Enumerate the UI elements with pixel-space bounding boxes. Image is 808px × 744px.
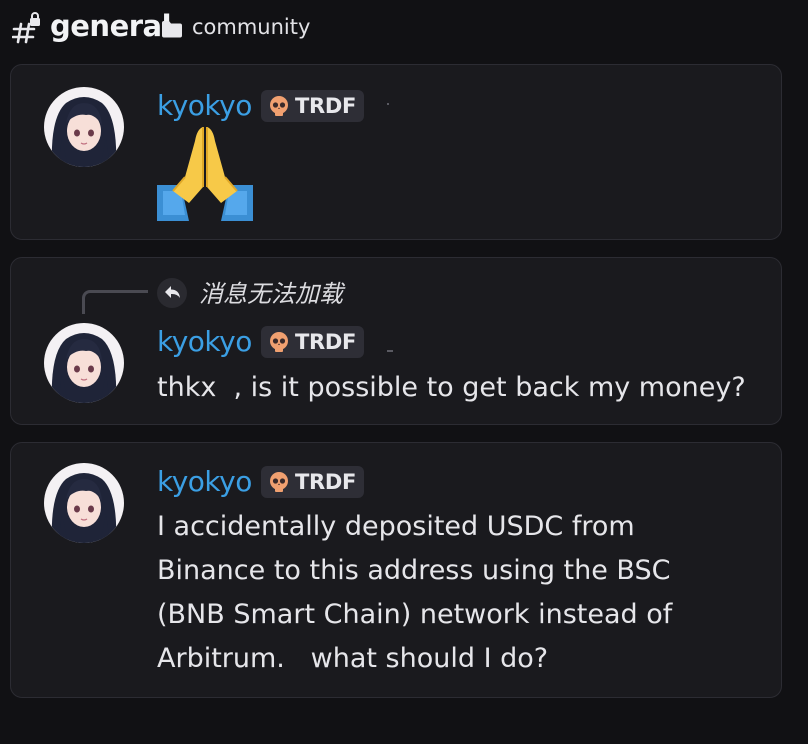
reply-connector: [82, 290, 148, 314]
reply-arrow-icon: [165, 286, 180, 298]
skull-icon: [270, 332, 288, 352]
channel-name[interactable]: general: [50, 9, 172, 43]
channel-header: general community: [0, 0, 808, 58]
role-tag-label: TRDF: [295, 330, 357, 354]
category-name[interactable]: community: [192, 15, 310, 39]
text-channel-lock-icon: [12, 12, 40, 44]
skull-icon: [270, 96, 288, 116]
username[interactable]: kyokyo: [157, 325, 252, 358]
avatar[interactable]: [44, 463, 124, 543]
folded-hands-icon: [157, 127, 253, 221]
reply-indicator[interactable]: [157, 278, 187, 308]
folder-icon: [162, 21, 182, 38]
message-card: kyokyo TRDF: [10, 64, 782, 240]
message-text: I accidentally deposited USDC from Binan…: [157, 505, 757, 681]
message-line: (BNB Smart Chain) network instead of: [157, 599, 673, 630]
role-tag[interactable]: TRDF: [261, 326, 365, 358]
message-card: 消息无法加载 kyokyo TRDF thkx , is it possible…: [10, 257, 782, 425]
reply-preview[interactable]: 消息无法加载: [199, 274, 343, 309]
username[interactable]: kyokyo: [157, 89, 252, 122]
message-text: thkx , is it possible to get back my mon…: [157, 372, 746, 403]
username[interactable]: kyokyo: [157, 465, 252, 498]
message-line: I accidentally deposited USDC from: [157, 511, 635, 542]
role-tag-label: TRDF: [295, 94, 357, 118]
avatar[interactable]: [44, 87, 124, 167]
avatar[interactable]: [44, 323, 124, 403]
skull-icon: [270, 472, 288, 492]
role-tag[interactable]: TRDF: [261, 90, 365, 122]
divider-mark: [387, 103, 389, 105]
message-line: Arbitrum. what should I do?: [157, 643, 549, 674]
role-tag[interactable]: TRDF: [261, 466, 365, 498]
message-line: Binance to this address using the BSC: [157, 555, 671, 586]
message-card: kyokyo TRDF I accidentally deposited USD…: [10, 442, 782, 698]
role-tag-label: TRDF: [295, 470, 357, 494]
divider-mark: [387, 350, 393, 352]
